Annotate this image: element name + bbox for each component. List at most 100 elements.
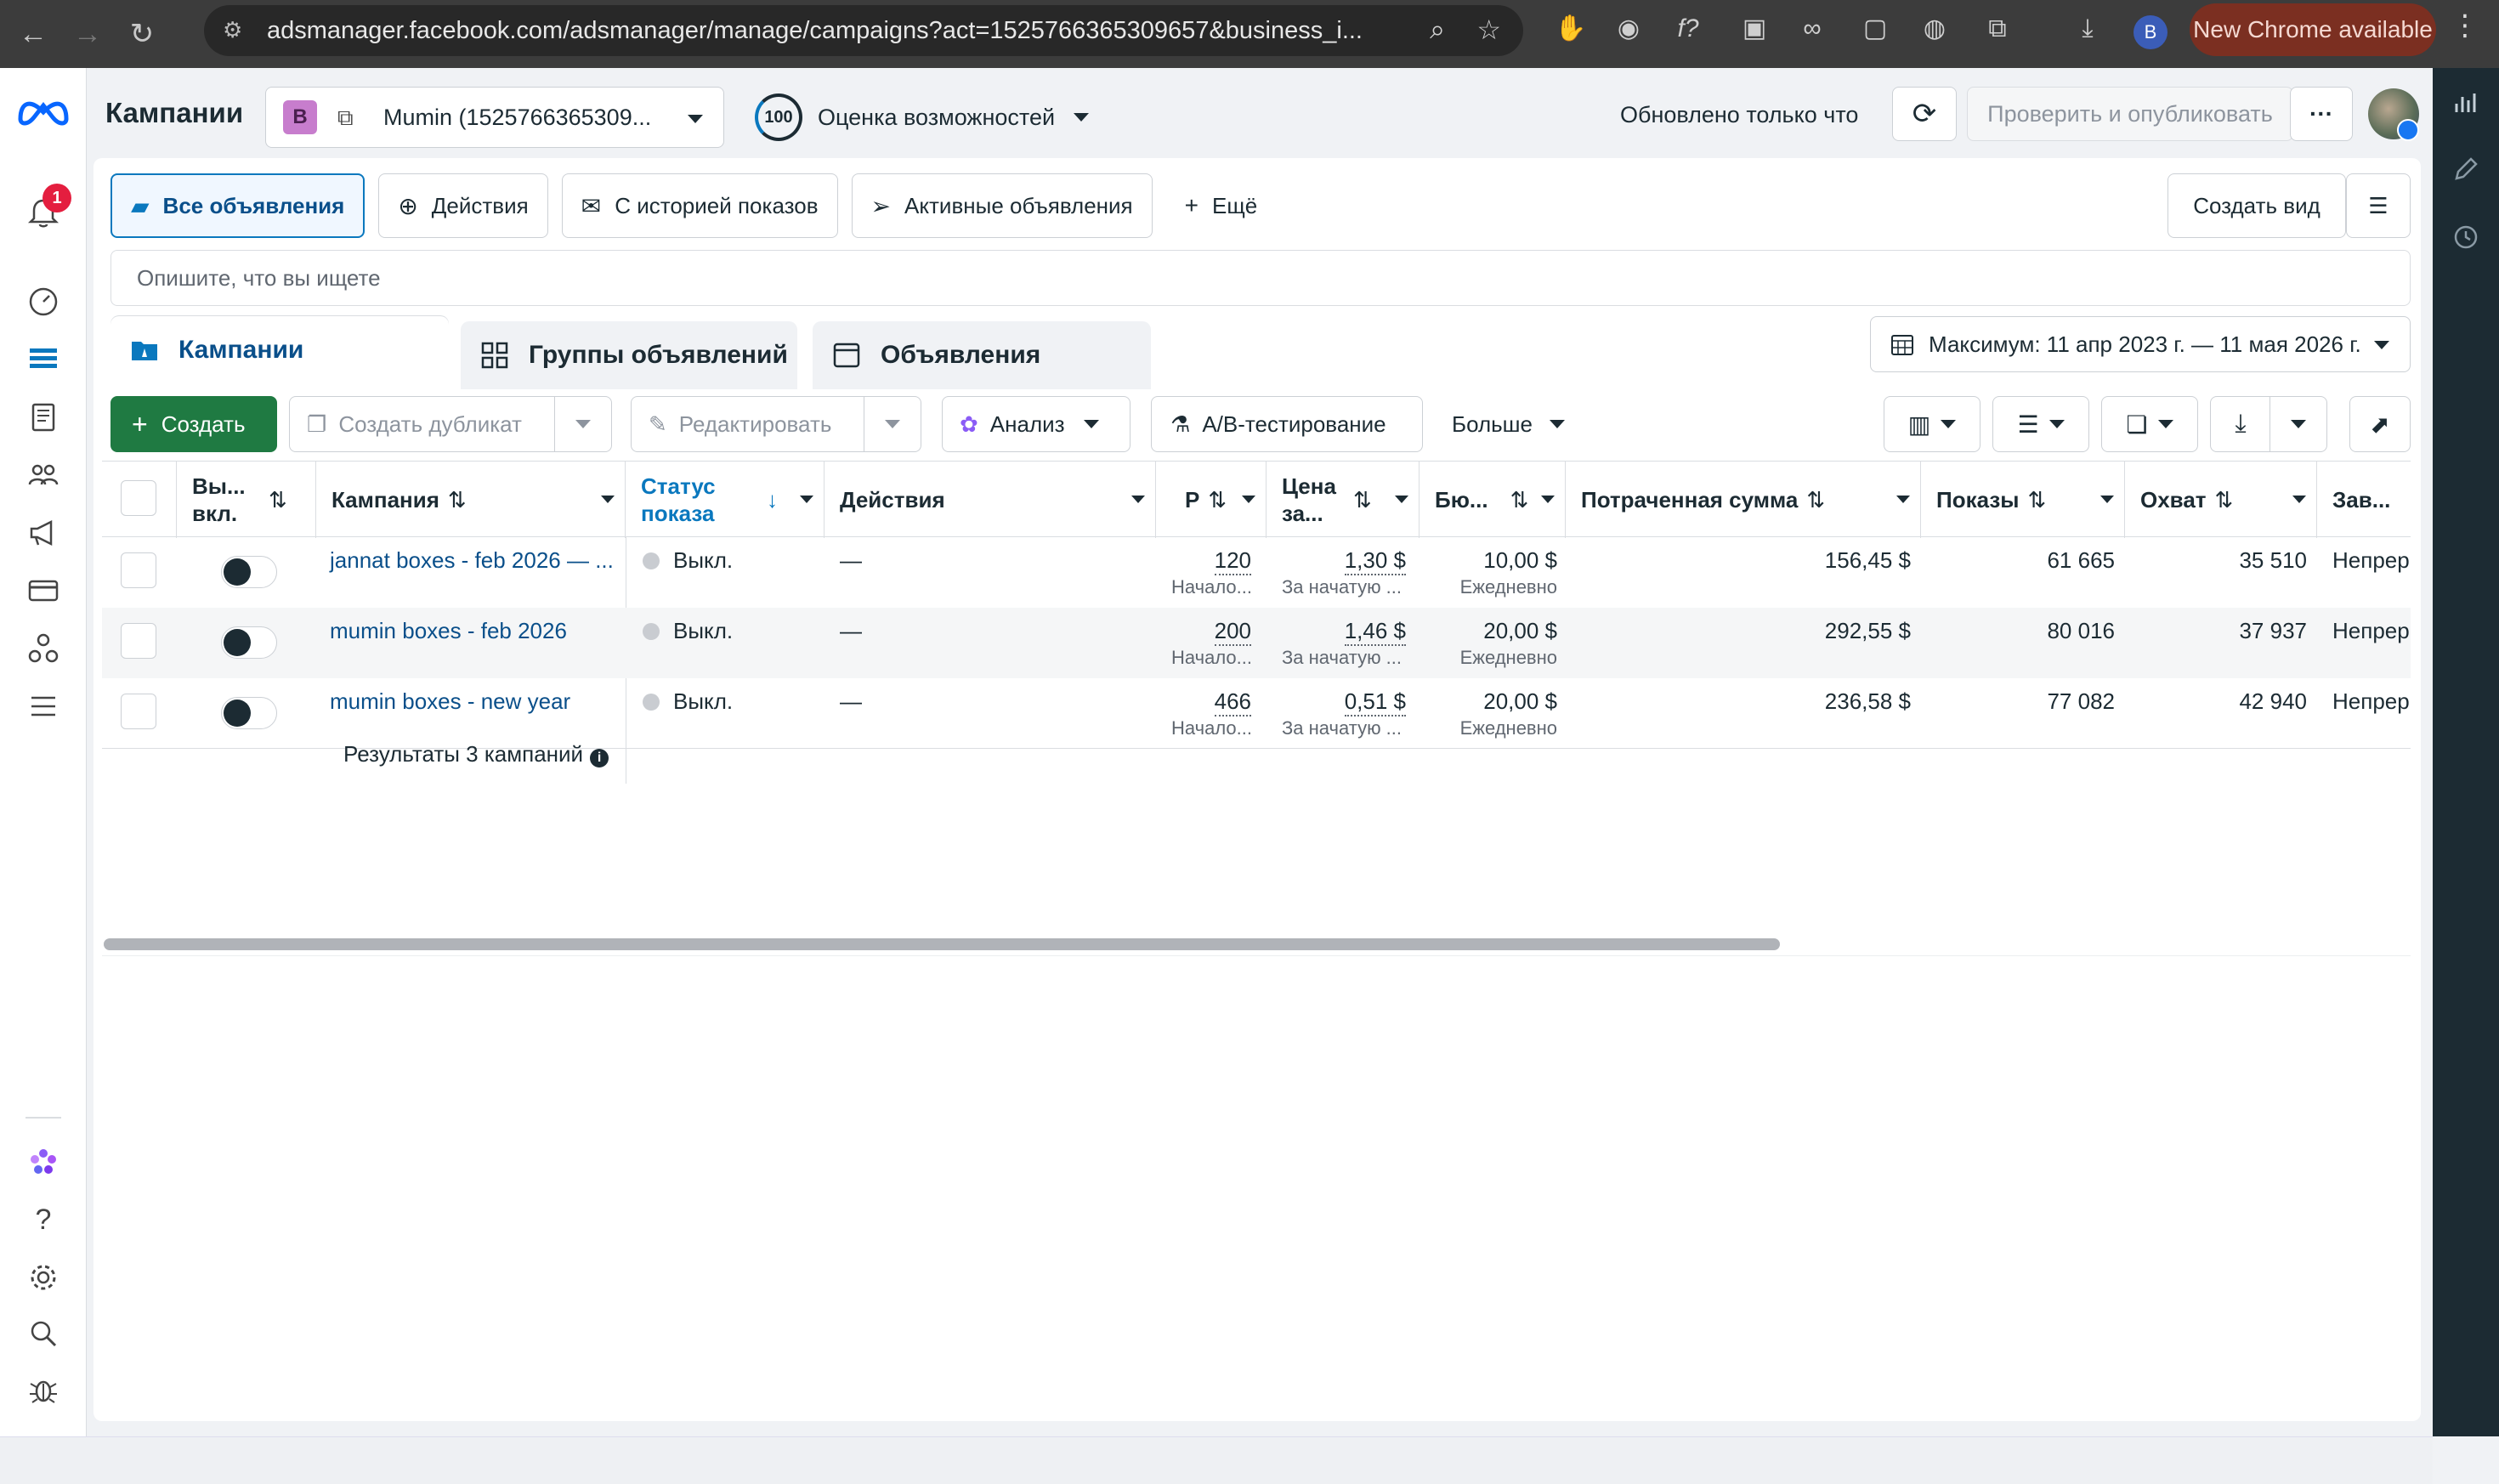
header-campaign[interactable]: Кампания ⇅ <box>316 462 626 538</box>
extension-hand-icon[interactable]: ✋ <box>1554 12 1588 46</box>
dashboard-gauge-icon[interactable] <box>22 280 65 323</box>
help-icon[interactable]: ? <box>22 1198 65 1241</box>
table-row[interactable]: jannat boxes - feb 2026 — ... Выкл. — 12… <box>102 537 2411 608</box>
settings-gear-icon[interactable] <box>22 1256 65 1299</box>
cost-value[interactable]: 1,46 $ <box>1344 618 1406 646</box>
date-range-picker[interactable]: Максимум: 11 апр 2023 г. — 11 мая 2026 г… <box>1870 316 2411 372</box>
search-icon[interactable] <box>22 1312 65 1355</box>
zoom-icon[interactable]: ⌕ <box>1430 14 1445 46</box>
tab-ads[interactable]: Объявления <box>813 321 1151 389</box>
campaigns-table-icon[interactable] <box>22 338 65 381</box>
campaign-name-link[interactable]: mumin boxes - feb 2026 <box>330 618 567 644</box>
chrome-update-button[interactable]: New Chrome available <box>2190 3 2436 56</box>
row-checkbox[interactable] <box>121 623 156 659</box>
extension-link-icon[interactable]: ∞ <box>1795 12 1829 46</box>
duplicate-dropdown-button[interactable] <box>554 396 612 452</box>
filter-all-ads[interactable]: ▰ Все объявления <box>110 173 366 238</box>
charts-button[interactable]: ⬈ <box>2349 396 2411 452</box>
header-actions[interactable]: Действия <box>824 462 1156 538</box>
filter-actions[interactable]: ⊕ Действия <box>378 173 548 238</box>
header-results[interactable]: Р ⇅ <box>1156 462 1266 538</box>
filter-settings-icon[interactable]: ☰ <box>2346 173 2411 238</box>
extension-globe-icon[interactable]: ◍ <box>1918 12 1952 46</box>
billing-card-icon[interactable] <box>22 569 65 612</box>
extension-window-icon[interactable]: ▣ <box>1737 12 1771 46</box>
browser-menu-icon[interactable]: ⋮ <box>2448 8 2482 42</box>
analyze-button[interactable]: ✿ Анализ <box>942 396 1130 452</box>
row-checkbox[interactable] <box>121 552 156 588</box>
header-reach[interactable]: Охват ⇅ <box>2125 462 2317 538</box>
create-button[interactable]: + Создать <box>110 396 277 452</box>
meta-logo-icon[interactable] <box>15 93 71 127</box>
advertising-megaphone-icon[interactable] <box>22 512 65 554</box>
history-clock-icon[interactable] <box>2451 223 2480 252</box>
filter-with-delivery[interactable]: ✉ С историей показов <box>561 173 838 238</box>
account-selector[interactable]: B ⧉ Mumin (1525766365309... <box>265 87 724 148</box>
ab-test-button[interactable]: ⚗ A/B-тестирование <box>1151 396 1423 452</box>
report-bug-icon[interactable] <box>22 1368 65 1411</box>
ai-flower-icon[interactable] <box>22 1141 65 1183</box>
select-all-checkbox[interactable] <box>121 480 156 516</box>
header-onoff[interactable]: Вы... вкл. ⇅ <box>177 462 316 538</box>
breakdown-button[interactable]: ☰ <box>1992 396 2089 452</box>
table-row[interactable]: mumin boxes - feb 2026 Выкл. — 200 Начал… <box>102 608 2411 678</box>
results-value[interactable]: 200 <box>1214 618 1251 646</box>
campaign-toggle[interactable] <box>221 626 277 659</box>
header-amount-spent[interactable]: Потраченная сумма ⇅ <box>1566 462 1921 538</box>
campaign-toggle[interactable] <box>221 697 277 729</box>
edit-pencil-icon[interactable] <box>2451 155 2480 184</box>
campaign-name-link[interactable]: jannat boxes - feb 2026 — ... <box>330 547 614 574</box>
search-input[interactable]: Опишите, что вы ищете <box>110 250 2411 306</box>
filter-active-ads[interactable]: ➢ Активные объявления <box>851 173 1153 238</box>
reports-button[interactable]: ❏ <box>2101 396 2198 452</box>
horizontal-scrollbar[interactable] <box>104 938 1780 950</box>
header-impressions[interactable]: Показы ⇅ <box>1921 462 2125 538</box>
tab-ad-sets[interactable]: Группы объявлений <box>461 321 797 389</box>
site-settings-icon[interactable]: ⚙ <box>223 17 252 44</box>
export-dropdown-button[interactable] <box>2270 396 2327 452</box>
edit-dropdown-button[interactable] <box>864 396 921 452</box>
refresh-button[interactable]: ⟳ <box>1892 87 1957 141</box>
cost-value[interactable]: 1,30 $ <box>1344 547 1406 575</box>
header-cost-per-result[interactable]: Цена за... ⇅ <box>1266 462 1420 538</box>
extension-box-icon[interactable]: ▢ <box>1858 12 1892 46</box>
more-actions-button[interactable]: Больше <box>1433 396 1565 452</box>
more-options-button[interactable]: ··· <box>2290 87 2353 141</box>
extensions-puzzle-icon[interactable]: ⧉ <box>1980 12 2014 46</box>
campaign-toggle[interactable] <box>221 556 277 588</box>
chart-bars-icon[interactable] <box>2451 88 2480 117</box>
back-icon[interactable]: ← <box>12 13 54 55</box>
forward-icon[interactable]: → <box>66 13 109 55</box>
header-delivery-status[interactable]: Статус показа ↓ <box>626 462 824 538</box>
create-view-button[interactable]: Создать вид <box>2168 173 2346 238</box>
edit-button[interactable]: ✎ Редактировать <box>631 396 865 452</box>
results-value[interactable]: 466 <box>1214 688 1251 717</box>
catalog-book-icon[interactable] <box>22 396 65 439</box>
header-ends[interactable]: Зав... <box>2317 462 2411 538</box>
results-value[interactable]: 120 <box>1214 547 1251 575</box>
columns-button[interactable]: ▥ <box>1884 396 1980 452</box>
date-range-label: Максимум: 11 апр 2023 г. — 11 мая 2026 г… <box>1929 331 2361 357</box>
filter-more[interactable]: + Ещё <box>1166 173 1277 238</box>
duplicate-button[interactable]: ❐ Создать дубликат <box>289 396 556 452</box>
table-row[interactable]: mumin boxes - new year Выкл. — 466 Начал… <box>102 678 2411 749</box>
all-tools-menu-icon[interactable] <box>22 685 65 728</box>
audiences-people-icon[interactable] <box>22 454 65 496</box>
extension-formula-icon[interactable]: f? <box>1671 12 1705 46</box>
cost-value[interactable]: 0,51 $ <box>1344 688 1406 717</box>
business-tools-icon[interactable] <box>22 627 65 670</box>
downloads-icon[interactable]: ⤓ <box>2071 12 2105 46</box>
browser-profile-avatar[interactable]: B <box>2134 15 2168 49</box>
review-publish-button[interactable]: Проверить и опубликовать <box>1967 87 2293 141</box>
opportunity-score[interactable]: 100 Оценка возможностей <box>755 93 1090 141</box>
tab-campaigns[interactable]: Кампании <box>110 316 449 384</box>
info-icon[interactable]: i <box>590 749 609 767</box>
row-checkbox[interactable] <box>121 694 156 729</box>
campaign-name-link[interactable]: mumin boxes - new year <box>330 688 570 715</box>
bookmark-star-icon[interactable]: ☆ <box>1476 14 1501 46</box>
header-budget[interactable]: Бю... ⇅ <box>1420 462 1566 538</box>
reload-icon[interactable]: ↻ <box>121 13 163 55</box>
export-button[interactable]: ⤓ <box>2210 396 2271 452</box>
address-bar[interactable]: ⚙ adsmanager.facebook.com/adsmanager/man… <box>204 5 1523 56</box>
extension-camera-icon[interactable]: ◉ <box>1612 12 1646 46</box>
